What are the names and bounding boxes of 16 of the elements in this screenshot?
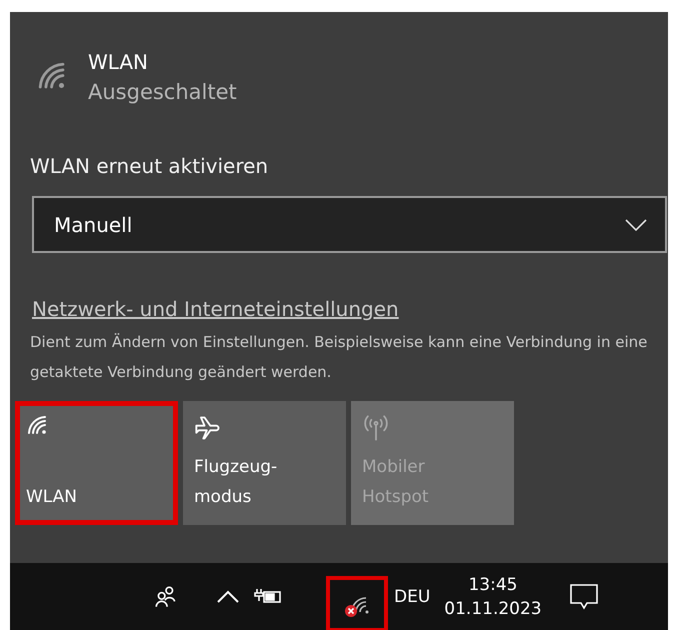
quick-action-tile[interactable]: Flugzeug- modus	[183, 401, 346, 525]
network-name: WLAN	[88, 50, 150, 74]
caret-up-icon	[217, 590, 239, 604]
reactivate-dropdown[interactable]: Manuell	[32, 196, 667, 253]
antenna-icon	[362, 414, 390, 442]
quick-action-tile[interactable]: WLAN	[15, 401, 178, 525]
settings-link[interactable]: Netzwerk- und Interneteinstellungen	[32, 297, 399, 321]
network-status: Ausgeschaltet	[88, 80, 237, 104]
settings-description: Dient zum Ändern von Einstellungen. Beispielsweise kann eine Verbindung in eine getaktete Verbindung geändert werden.	[30, 332, 648, 383]
clock[interactable]: 13:45 01.11.2023	[444, 574, 542, 618]
reactivate-label: WLAN erneut aktivieren	[30, 154, 270, 178]
network-button[interactable]	[326, 576, 388, 630]
speech-bubble-icon	[568, 582, 599, 610]
chevron-down-icon	[625, 218, 647, 230]
input-language[interactable]: DEU	[394, 586, 430, 606]
airplane-icon	[194, 414, 222, 442]
